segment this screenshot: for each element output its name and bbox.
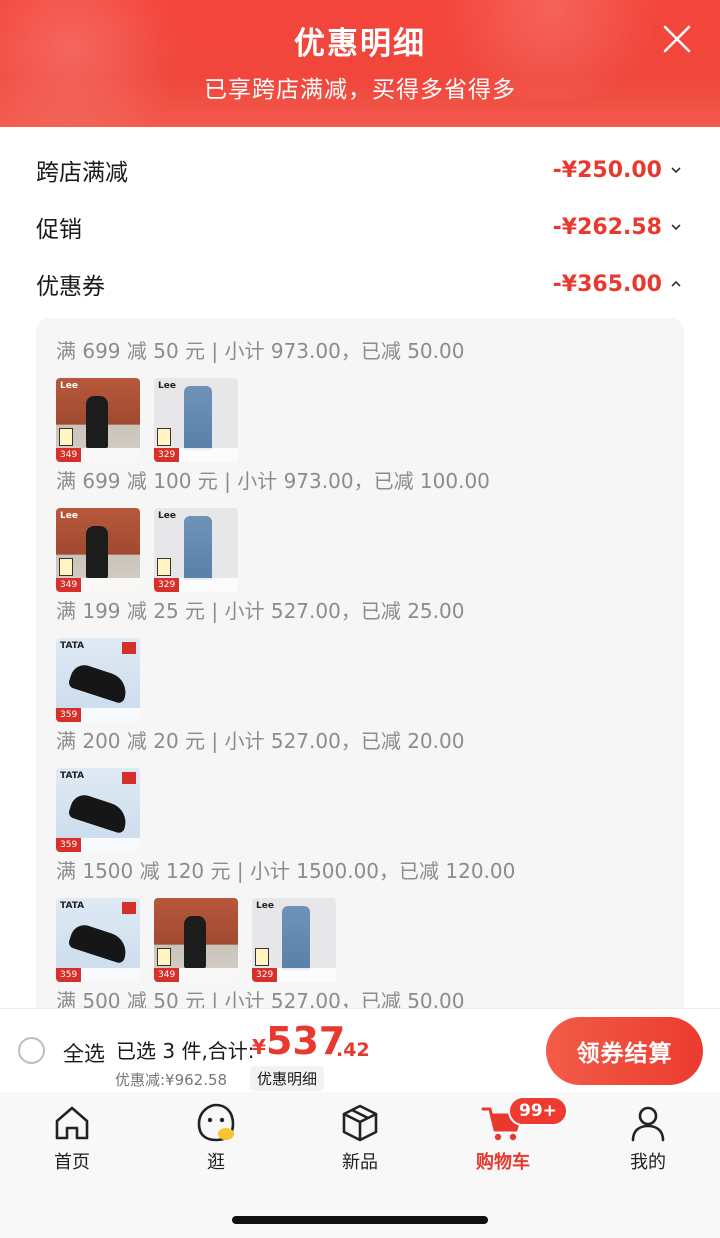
coupon-rule: 满 199 减 25 元 | 小计 527.00，已减 25.00 (56, 599, 465, 623)
home-icon (55, 1106, 89, 1140)
tab-browse[interactable]: 逛 (166, 1102, 266, 1174)
page-subtitle: 已享跨店满减，买得多省得多 (204, 77, 516, 103)
coupon-group: 满 699 减 50 元 | 小计 973.00，已减 50.00 Lee 34… (56, 336, 464, 462)
summary-label: 跨店满减 (36, 160, 128, 186)
product-thumbnail[interactable]: Lee 329 (154, 508, 238, 592)
thumb-price: 349 (154, 968, 180, 982)
selected-count: 已选 3 件,合计: (116, 1039, 255, 1063)
coupon-rule: 满 699 减 100 元 | 小计 973.00，已减 100.00 (56, 469, 490, 493)
coupon-group: 满 1500 减 120 元 | 小计 1500.00，已减 120.00 TA… (56, 856, 515, 982)
product-thumbnail[interactable]: Lee 349 (56, 378, 140, 462)
tab-label: 新品 (342, 1152, 378, 1173)
currency-symbol: ¥ (252, 1035, 266, 1059)
select-all-label[interactable]: 全选 (63, 1038, 105, 1068)
home-indicator (232, 1216, 488, 1224)
product-thumbnail[interactable]: TATA 359 (56, 638, 140, 722)
tab-label: 购物车 (476, 1152, 530, 1173)
tab-home[interactable]: 首页 (22, 1102, 122, 1174)
tab-label: 我的 (630, 1152, 666, 1173)
thumb-price: 359 (56, 968, 82, 982)
summary-amount: -¥262.58 (552, 214, 662, 240)
product-thumbnail[interactable]: 349 (154, 898, 238, 982)
thumb-price: 349 (56, 578, 82, 592)
coupon-rule: 满 699 减 50 元 | 小计 973.00，已减 50.00 (56, 339, 465, 363)
checkout-bar: 全选 已选 3 件,合计: ¥ 537 .42 优惠减:¥962.58 优惠明细… (0, 1008, 720, 1092)
select-all-checkbox[interactable] (18, 1037, 45, 1064)
discount-total: 优惠减:¥962.58 (115, 1071, 228, 1089)
product-thumbnail[interactable]: Lee 329 (252, 898, 336, 982)
box-icon (342, 1104, 378, 1142)
user-icon (631, 1106, 665, 1142)
thumb-price: 349 (56, 448, 82, 462)
thumb-price: 329 (154, 578, 180, 592)
product-thumbnail[interactable]: TATA 359 (56, 768, 140, 852)
summary-amount: -¥365.00 (552, 271, 662, 297)
total-amount-decimal: .42 (336, 1039, 370, 1061)
summary-row-cross-store[interactable]: 跨店满减 -¥250.00 (36, 150, 682, 190)
coupon-detail-panel: 满 699 减 50 元 | 小计 973.00，已减 50.00 Lee 34… (36, 318, 684, 1018)
coupon-group: 满 199 减 25 元 | 小计 527.00，已减 25.00 TATA 3… (56, 596, 464, 722)
tab-profile[interactable]: 我的 (598, 1102, 698, 1174)
close-icon[interactable] (662, 24, 692, 54)
checkout-button[interactable]: 领券结算 (546, 1017, 703, 1085)
summary-row-promotion[interactable]: 促销 -¥262.58 (36, 207, 682, 247)
tab-new-arrivals[interactable]: 新品 (310, 1102, 410, 1174)
thumb-price: 359 (56, 708, 82, 722)
product-thumbnail[interactable]: Lee 329 (154, 378, 238, 462)
summary-row-coupon[interactable]: 优惠券 -¥365.00 (36, 264, 682, 304)
summary-label: 促销 (36, 217, 82, 243)
page-title: 优惠明细 (294, 26, 426, 62)
cart-count-badge: 99+ (508, 1096, 568, 1126)
chevron-down-icon[interactable] (670, 221, 682, 233)
chevron-down-icon[interactable] (670, 164, 682, 176)
coupon-group: 满 699 减 100 元 | 小计 973.00，已减 100.00 Lee … (56, 466, 490, 592)
coupon-group: 满 200 减 20 元 | 小计 527.00，已减 20.00 TATA 3… (56, 726, 464, 852)
thumb-price: 359 (56, 838, 82, 852)
coupon-rule: 满 1500 减 120 元 | 小计 1500.00，已减 120.00 (56, 859, 516, 883)
mascot-icon (197, 1103, 235, 1142)
thumb-price: 329 (154, 448, 180, 462)
summary-label: 优惠券 (36, 274, 105, 300)
thumb-price: 329 (252, 968, 278, 982)
discount-detail-link[interactable]: 优惠明细 (250, 1066, 325, 1091)
total-amount-integer: 537 (266, 1019, 346, 1063)
product-thumbnail[interactable]: Lee 349 (56, 508, 140, 592)
tab-label: 逛 (207, 1152, 225, 1173)
coupon-rule: 满 200 减 20 元 | 小计 527.00，已减 20.00 (56, 729, 465, 753)
tab-label: 首页 (54, 1152, 90, 1173)
header-banner: 优惠明细 已享跨店满减，买得多省得多 (0, 0, 720, 127)
summary-amount: -¥250.00 (552, 157, 662, 183)
chevron-up-icon[interactable] (670, 278, 682, 290)
product-thumbnail[interactable]: TATA 359 (56, 898, 140, 982)
